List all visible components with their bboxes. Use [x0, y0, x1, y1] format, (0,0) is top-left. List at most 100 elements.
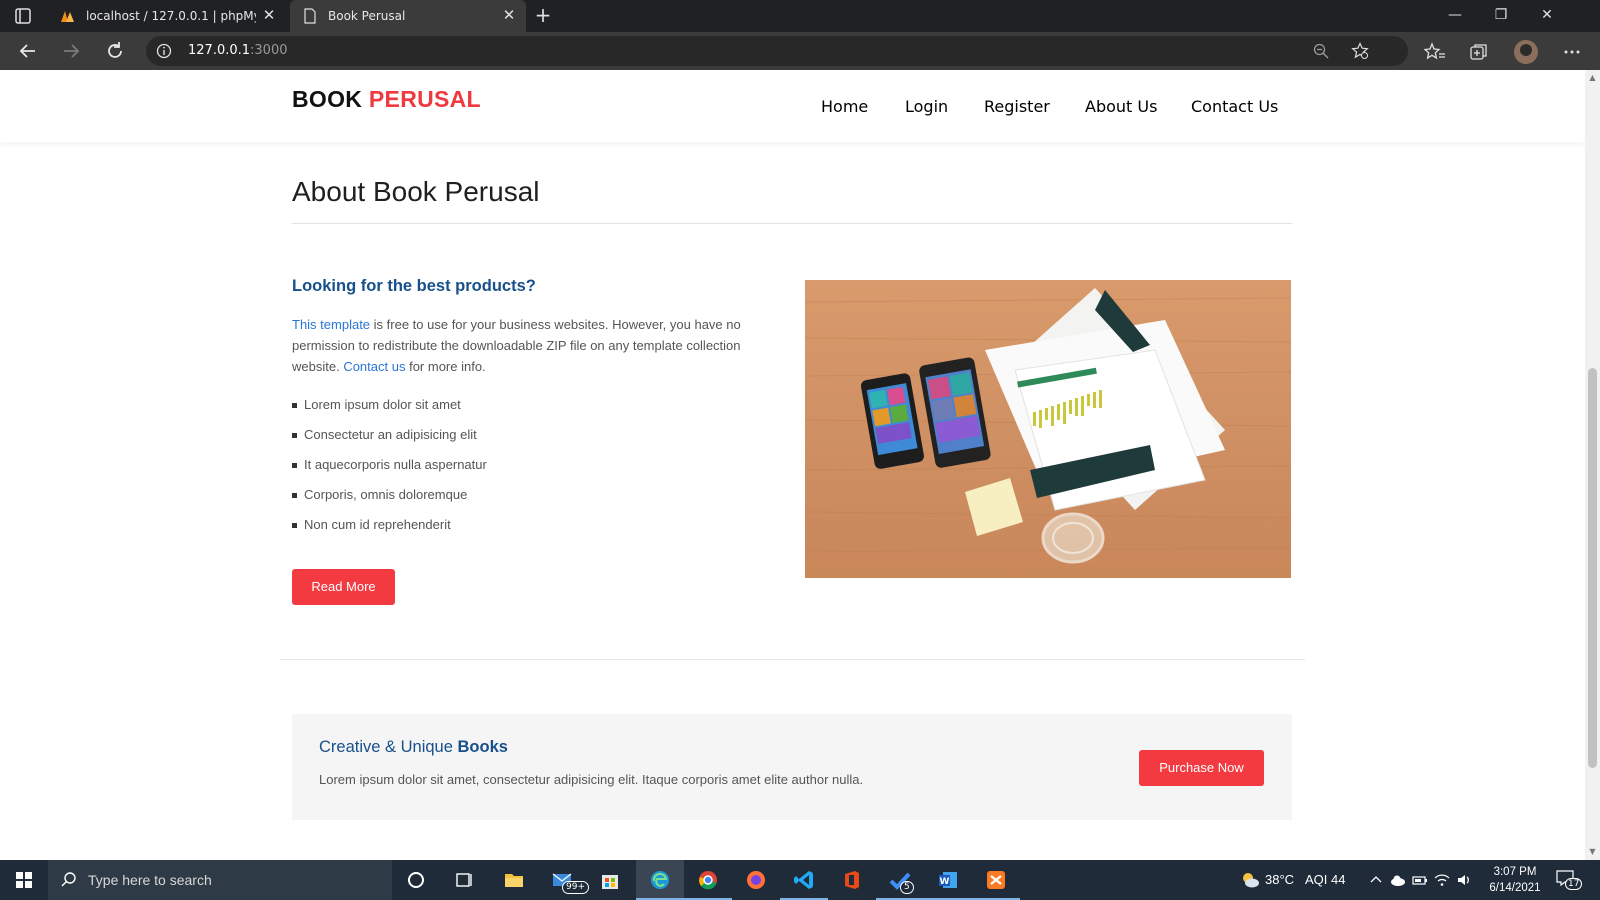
feature-list: Lorem ipsum dolor sit amet Consectetur a…	[292, 394, 487, 544]
new-tab-icon[interactable]: +	[533, 5, 553, 26]
vscode-icon	[794, 871, 813, 889]
windows-start-icon[interactable]	[0, 860, 48, 900]
firefox-icon	[747, 871, 765, 889]
intro-paragraph: This template is free to use for your bu…	[292, 314, 780, 377]
zoom-out-icon[interactable]	[1312, 42, 1330, 60]
cortana-icon	[408, 872, 424, 888]
wifi-icon[interactable]	[1434, 872, 1450, 888]
section-heading: Looking for the best products?	[292, 277, 536, 295]
nav-register[interactable]: Register	[984, 97, 1050, 116]
site-logo[interactable]: BOOK PERUSAL	[292, 86, 481, 113]
taskbar-vscode[interactable]	[780, 860, 828, 900]
nav-about-us[interactable]: About Us	[1085, 97, 1157, 116]
url-port: :3000	[250, 43, 288, 58]
favorites-icon[interactable]	[1424, 41, 1446, 63]
page-favicon-icon	[304, 8, 316, 24]
back-arrow-icon[interactable]	[17, 40, 39, 62]
task-view-icon	[456, 873, 472, 887]
system-clock[interactable]: 3:07 PM 6/14/2021	[1482, 864, 1548, 896]
taskbar-chrome[interactable]	[684, 860, 732, 900]
nav-home[interactable]: Home	[821, 97, 868, 116]
taskbar-word[interactable]: W	[924, 860, 972, 900]
taskbar-edge[interactable]	[636, 860, 684, 900]
cta-text: Lorem ipsum dolor sit amet, consectetur …	[319, 772, 864, 787]
cta-title-plain: Creative & Unique	[319, 738, 458, 756]
cortana-button[interactable]	[392, 860, 440, 900]
desk-phones-photo	[805, 280, 1291, 578]
tab-title: Book Perusal	[328, 9, 406, 23]
browser-tab-bar: localhost / 127.0.0.1 | phpMyAdmin ✕ Boo…	[0, 0, 1600, 32]
template-link[interactable]: This template	[292, 317, 370, 332]
page-title: About Book Perusal	[292, 176, 540, 207]
taskbar-xampp[interactable]	[972, 860, 1020, 900]
windows-taskbar: Type here to search 99+ 5 W 38°C AQI 44 …	[0, 860, 1600, 900]
address-bar[interactable]: 127.0.0.1:3000	[146, 36, 1408, 66]
folder-icon	[505, 874, 523, 887]
taskbar-mail[interactable]: 99+	[538, 860, 589, 900]
tab-book-perusal[interactable]: Book Perusal ✕	[290, 0, 526, 32]
logo-text-book: BOOK	[292, 86, 363, 112]
nav-contact-us[interactable]: Contact Us	[1191, 97, 1278, 116]
chrome-icon	[699, 871, 717, 890]
logo-text-perusal: PERUSAL	[368, 86, 481, 112]
close-tab-icon[interactable]: ✕	[262, 8, 276, 23]
minimize-icon[interactable]: —	[1432, 0, 1478, 32]
notification-center[interactable]: 17	[1556, 870, 1583, 890]
office-icon	[845, 871, 859, 889]
forward-arrow-icon[interactable]	[60, 40, 82, 62]
battery-icon[interactable]	[1412, 872, 1428, 888]
contact-us-link[interactable]: Contact us	[343, 359, 405, 374]
volume-icon[interactable]	[1456, 872, 1472, 888]
add-favorite-icon[interactable]	[1351, 42, 1369, 60]
taskbar-office[interactable]	[828, 860, 876, 900]
notification-count: 17	[1565, 878, 1583, 890]
xampp-icon	[987, 871, 1005, 889]
taskbar-store[interactable]	[586, 860, 634, 900]
url-host: 127.0.0.1	[188, 43, 251, 58]
air-quality-index[interactable]: AQI 44	[1305, 872, 1345, 887]
list-item: Lorem ipsum dolor sit amet	[292, 394, 487, 424]
store-icon	[602, 875, 618, 889]
weather-temperature[interactable]: 38°C	[1265, 872, 1294, 887]
scroll-up-icon[interactable]: ▲	[1588, 73, 1597, 82]
svg-text:W: W	[940, 877, 950, 887]
taskbar-file-explorer[interactable]	[490, 860, 538, 900]
page-scrollbar[interactable]: ▲ ▼	[1585, 70, 1600, 860]
list-item: It aquecorporis nulla aspernatur	[292, 454, 487, 484]
more-options-icon[interactable]	[1561, 41, 1583, 63]
taskbar-search-box[interactable]: Type here to search	[48, 860, 392, 900]
search-placeholder: Type here to search	[88, 872, 212, 888]
tab-title: localhost / 127.0.0.1 | phpMyAdmin	[86, 9, 256, 23]
taskbar-firefox[interactable]	[732, 860, 780, 900]
site-header: BOOK PERUSAL Home Login Register About U…	[0, 70, 1585, 142]
list-item: Non cum id reprehenderit	[292, 514, 487, 544]
read-more-button[interactable]: Read More	[292, 569, 395, 605]
scrollbar-thumb[interactable]	[1588, 368, 1597, 768]
mail-badge: 99+	[562, 881, 589, 894]
task-view-button[interactable]	[440, 860, 488, 900]
onedrive-cloud-icon[interactable]	[1390, 872, 1406, 888]
close-tab-icon[interactable]: ✕	[502, 8, 516, 23]
cta-banner: Creative & Unique Books Lorem ipsum dolo…	[292, 714, 1292, 820]
tab-actions-icon[interactable]	[14, 7, 32, 25]
purchase-now-button[interactable]: Purchase Now	[1139, 750, 1264, 786]
edge-browser-icon	[651, 871, 669, 889]
refresh-icon[interactable]	[104, 40, 126, 62]
intro-text-2: for more info.	[405, 359, 486, 374]
restore-icon[interactable]: ❐	[1478, 0, 1524, 32]
profile-avatar[interactable]	[1514, 40, 1538, 64]
nav-login[interactable]: Login	[905, 97, 948, 116]
list-item: Corporis, omnis doloremque	[292, 484, 487, 514]
close-window-icon[interactable]: ✕	[1524, 0, 1570, 32]
weather-icon[interactable]	[1240, 871, 1260, 889]
taskbar-todo[interactable]: 5	[876, 860, 924, 900]
list-item: Consectetur an adipisicing elit	[292, 424, 487, 454]
tab-phpmyadmin[interactable]: localhost / 127.0.0.1 | phpMyAdmin ✕	[48, 0, 286, 32]
scroll-down-icon[interactable]: ▼	[1588, 847, 1597, 856]
clock-date: 6/14/2021	[1489, 882, 1541, 894]
site-info-icon[interactable]	[156, 43, 172, 59]
collections-icon[interactable]	[1468, 41, 1490, 63]
title-divider	[292, 223, 1292, 224]
todo-badge: 5	[900, 881, 914, 894]
chevron-up-icon[interactable]	[1368, 872, 1384, 888]
